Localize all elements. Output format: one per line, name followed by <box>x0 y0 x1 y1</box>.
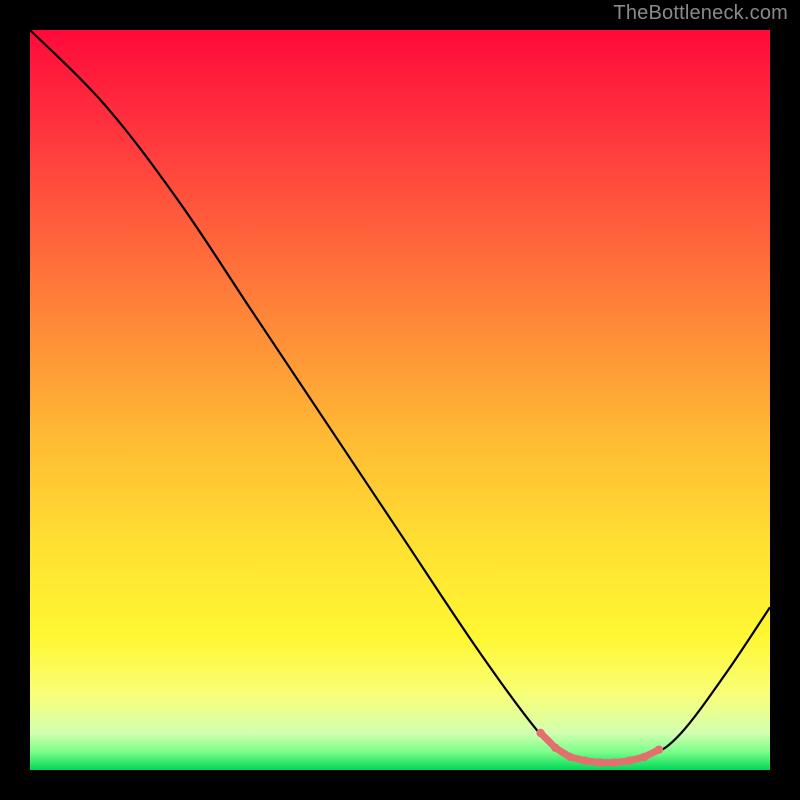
chart-plot-area <box>30 30 770 770</box>
sweet-spot-dot <box>655 745 663 753</box>
sweet-spot-dot <box>640 753 648 761</box>
sweet-spot-dot <box>625 757 633 765</box>
sweet-spot-dot <box>551 744 559 752</box>
attribution-label: TheBottleneck.com <box>613 2 788 25</box>
sweet-spot-dot <box>536 729 544 737</box>
bottleneck-chart <box>30 30 770 770</box>
sweet-spot-dot <box>610 758 618 766</box>
sweet-spot-dot <box>566 753 574 761</box>
sweet-spot-dot <box>581 757 589 765</box>
sweet-spot-dot <box>596 758 604 766</box>
gradient-background <box>30 30 770 770</box>
